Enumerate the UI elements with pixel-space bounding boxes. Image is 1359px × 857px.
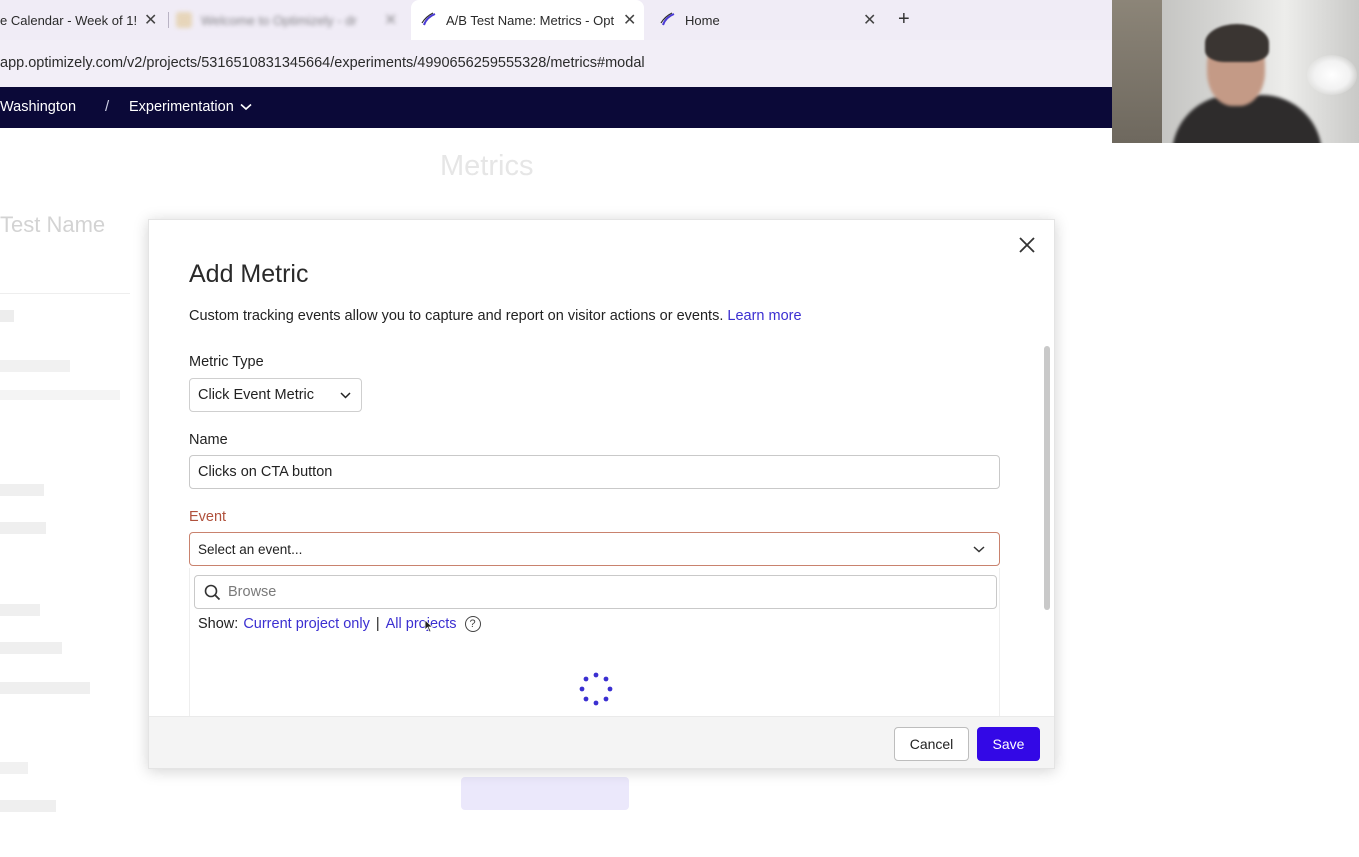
sidebar-item [0, 800, 56, 812]
nav-separator: / [105, 98, 110, 115]
metric-name-value: Clicks on CTA button [198, 464, 333, 480]
tab-title: Home [685, 12, 720, 28]
all-projects-link[interactable]: All projects [386, 616, 457, 632]
background-button [461, 777, 629, 810]
modal-title: Add Metric [189, 260, 309, 288]
modal-description: Custom tracking events allow you to capt… [189, 308, 802, 324]
org-name[interactable]: Washington [0, 99, 76, 115]
sidebar-item [0, 484, 44, 496]
search-icon [204, 584, 221, 601]
modal-scrollbar[interactable] [1042, 346, 1052, 716]
mouse-cursor-icon [424, 619, 434, 633]
close-icon[interactable]: ✕ [144, 10, 157, 30]
metric-type-select[interactable]: Click Event Metric [189, 378, 362, 412]
close-icon[interactable]: ✕ [623, 10, 636, 30]
event-select[interactable]: Select an event... [189, 532, 1000, 566]
scrollbar-thumb[interactable] [1044, 346, 1050, 610]
tab-title: e Calendar - Week of 1! [0, 12, 136, 28]
project-filter: Show: Current project only | All project… [198, 616, 481, 632]
sidebar-item [0, 642, 62, 654]
close-icon[interactable]: ✕ [384, 10, 397, 30]
learn-more-link[interactable]: Learn more [727, 308, 801, 324]
sidebar-item [0, 682, 90, 694]
browser-tab-welcome[interactable]: Welcome to Optimizely - dr ✕ [176, 0, 401, 40]
chevron-down-icon [973, 546, 985, 553]
optimizely-favicon-icon [421, 12, 436, 26]
browser-tab-ab-test[interactable]: A/B Test Name: Metrics - Opt ✕ [411, 0, 644, 40]
tab-divider [168, 12, 169, 28]
tab-title: A/B Test Name: Metrics - Opt [446, 12, 614, 28]
experiment-name: Test Name [0, 212, 106, 237]
sidebar-item [0, 604, 40, 616]
cancel-button[interactable]: Cancel [894, 727, 969, 761]
plus-icon[interactable]: + [898, 8, 910, 31]
current-project-only-link[interactable]: Current project only [243, 616, 370, 632]
modal-footer: Cancel Save [149, 716, 1054, 768]
sidebar-item [0, 360, 70, 372]
page-heading: Metrics [440, 150, 534, 182]
sidebar-item [0, 762, 28, 774]
event-placeholder: Select an event... [198, 542, 303, 557]
sidebar-item [0, 310, 14, 322]
chevron-down-icon [240, 103, 252, 111]
section-switcher[interactable]: Experimentation [129, 99, 252, 115]
sidebar-item [0, 390, 120, 400]
sidebar-item [0, 522, 46, 534]
filter-divider: | [375, 616, 380, 632]
close-icon[interactable] [1016, 234, 1038, 256]
add-metric-modal: Add Metric Custom tracking events allow … [148, 219, 1055, 769]
url-text[interactable]: app.optimizely.com/v2/projects/531651083… [0, 55, 645, 71]
webcam-video [1112, 0, 1359, 143]
browser-tab-strip: e Calendar - Week of 1! ✕ Welcome to Opt… [0, 0, 1112, 40]
name-label: Name [189, 432, 228, 448]
event-label: Event [189, 509, 227, 525]
favicon-icon [176, 12, 192, 28]
description-text: Custom tracking events allow you to capt… [189, 308, 724, 324]
address-bar[interactable]: app.optimizely.com/v2/projects/531651083… [0, 40, 1112, 87]
help-icon[interactable]: ? [464, 616, 481, 632]
optimizely-favicon-icon [660, 12, 675, 26]
metric-name-input[interactable]: Clicks on CTA button [189, 455, 1000, 489]
app-navigation: Washington / Experimentation [0, 87, 1112, 128]
save-button[interactable]: Save [977, 727, 1040, 761]
divider [0, 293, 130, 294]
metric-type-value: Click Event Metric [198, 387, 315, 403]
browser-tab-calendar[interactable]: e Calendar - Week of 1! ✕ [0, 0, 160, 40]
search-placeholder: Browse [228, 584, 277, 600]
event-search-input[interactable]: Browse [194, 575, 997, 609]
close-icon[interactable]: ✕ [863, 10, 876, 30]
tab-title: Welcome to Optimizely - dr [201, 12, 357, 28]
loading-spinner-icon [579, 672, 613, 706]
metric-type-label: Metric Type [189, 354, 264, 370]
show-label: Show: [198, 616, 239, 632]
chevron-down-icon [340, 392, 351, 399]
section-label: Experimentation [129, 99, 234, 115]
browser-tab-home[interactable]: Home ✕ [650, 0, 885, 40]
